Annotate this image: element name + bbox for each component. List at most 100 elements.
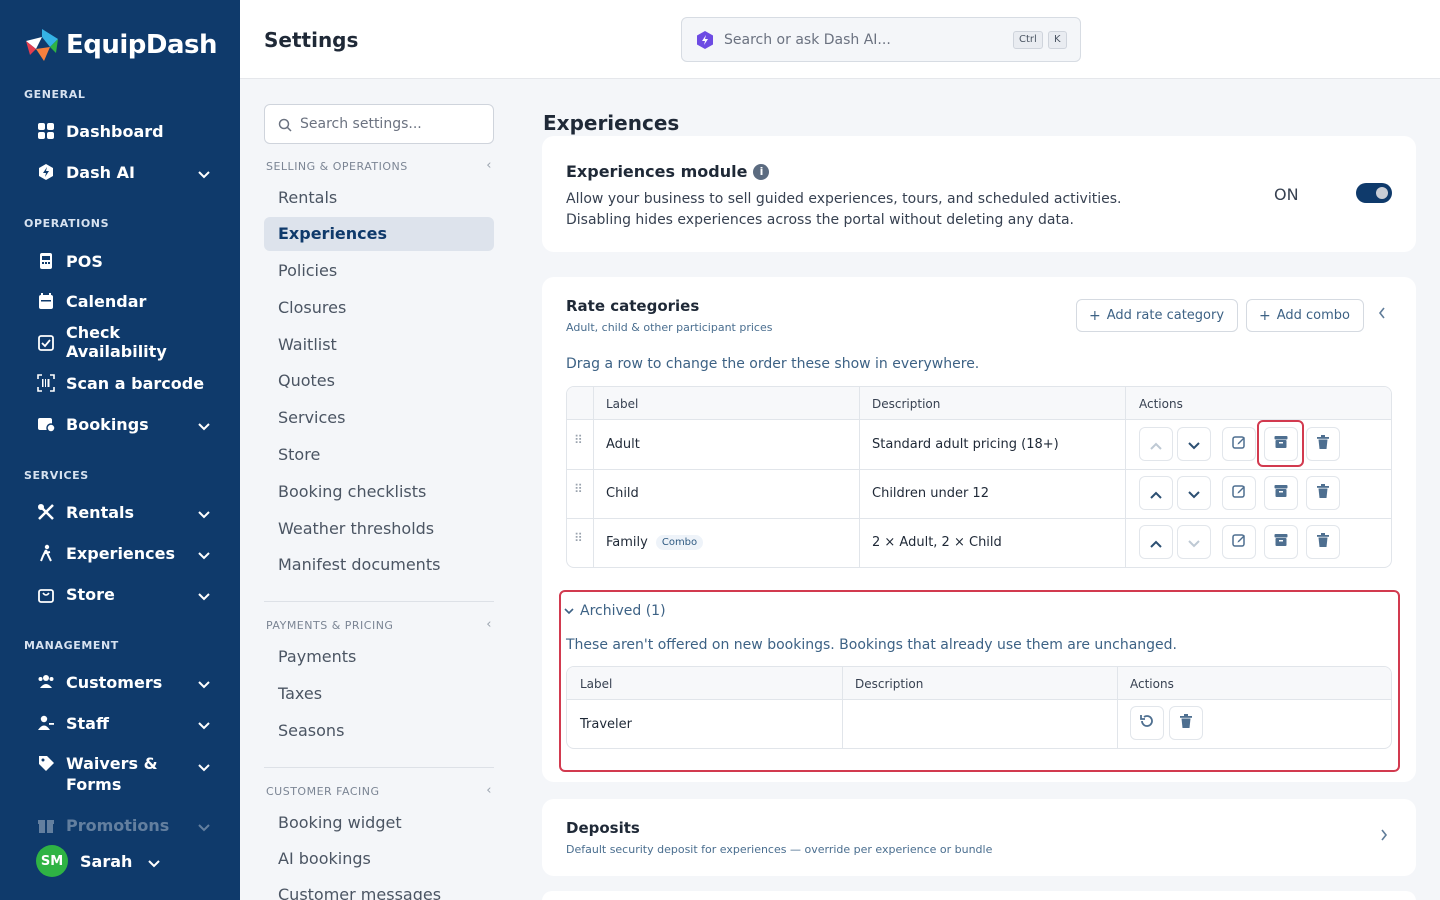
sidebar-item-calendar[interactable]: Calendar <box>36 290 226 312</box>
global-search-input[interactable]: Search or ask Dash AI... Ctrl K <box>681 17 1081 62</box>
delete-button[interactable] <box>1306 476 1340 510</box>
chevron-down-icon[interactable] <box>198 674 210 693</box>
user-name: Sarah <box>80 851 133 871</box>
settings-item-weather-thresholds[interactable]: Weather thresholds <box>278 519 434 538</box>
chevron-left-icon[interactable]: ‹ <box>486 783 492 798</box>
chevron-down-icon[interactable] <box>198 817 210 836</box>
settings-item-experiences[interactable]: Experiences <box>278 224 387 243</box>
sidebar-item-waivers-forms[interactable]: Waivers & Forms <box>36 753 226 795</box>
settings-item-customer-messages[interactable]: Customer messages <box>278 885 441 900</box>
module-title: Experiences module i <box>566 162 770 181</box>
sidebar-item-check-availability[interactable]: Check Availability <box>36 323 226 361</box>
sidebar-item-customers[interactable]: Customers <box>36 671 226 693</box>
sidebar-item-dash-ai[interactable]: Dash AI <box>36 161 226 183</box>
settings-item-booking-widget[interactable]: Booking widget <box>278 813 402 832</box>
drag-handle-icon[interactable]: ⠿ <box>574 483 584 495</box>
kbd-ctrl: Ctrl <box>1013 31 1043 49</box>
table-header: Label Description Actions <box>567 387 1391 420</box>
settings-item-services[interactable]: Services <box>278 408 345 427</box>
chevron-left-icon[interactable]: ‹ <box>486 617 492 632</box>
sidebar-item-dashboard[interactable]: Dashboard <box>36 120 226 142</box>
chevron-down-icon[interactable] <box>198 416 210 435</box>
edit-button[interactable] <box>1222 525 1256 559</box>
info-icon[interactable]: i <box>753 163 770 180</box>
chevron-down-icon[interactable] <box>148 853 161 872</box>
settings-item-payments[interactable]: Payments <box>278 647 356 666</box>
edit-icon <box>1231 532 1247 552</box>
brand[interactable]: EquipDash <box>24 24 218 66</box>
col-description: Description <box>872 397 941 411</box>
divider <box>264 767 494 768</box>
archived-toggle[interactable]: Archived (1) <box>564 603 666 619</box>
delete-button[interactable] <box>1306 427 1340 461</box>
chevron-down-icon[interactable] <box>198 504 210 523</box>
sidebar-item-experiences[interactable]: Experiences <box>36 542 226 564</box>
edit-button[interactable] <box>1222 427 1256 461</box>
row-label: Traveler <box>580 717 632 732</box>
user-menu[interactable]: SM Sarah <box>36 845 161 877</box>
add-rate-category-button[interactable]: + Add rate category <box>1076 299 1238 332</box>
rentals-icon <box>36 502 56 522</box>
chevron-down-icon[interactable] <box>198 586 210 605</box>
staff-icon <box>36 713 56 733</box>
sidebar-item-rentals[interactable]: Rentals <box>36 501 226 523</box>
move-up-button[interactable] <box>1139 476 1173 510</box>
deposits-card[interactable]: Deposits Default security deposit for ex… <box>542 799 1416 876</box>
settings-item-manifest-documents[interactable]: Manifest documents <box>278 555 440 574</box>
sidebar-item-promotions[interactable]: Promotions <box>36 814 226 836</box>
archive-button[interactable] <box>1264 525 1298 559</box>
settings-group-payments[interactable]: PAYMENTS & PRICING ‹ <box>266 617 492 632</box>
move-up-button[interactable] <box>1139 525 1173 559</box>
sidebar-item-scan-barcode[interactable]: Scan a barcode <box>36 372 226 394</box>
delete-button[interactable] <box>1169 706 1203 740</box>
settings-item-seasons[interactable]: Seasons <box>278 721 344 740</box>
settings-item-booking-checklists[interactable]: Booking checklists <box>278 482 426 501</box>
archive-button[interactable] <box>1264 476 1298 510</box>
delete-button[interactable] <box>1306 525 1340 559</box>
sidebar-item-store[interactable]: Store <box>36 583 226 605</box>
settings-item-rentals[interactable]: Rentals <box>278 188 337 207</box>
settings-search-input[interactable]: Search settings... <box>264 104 494 144</box>
toggle-state-label: ON <box>1274 185 1299 204</box>
bookings-icon <box>36 414 56 434</box>
drag-handle-icon[interactable]: ⠿ <box>574 532 584 544</box>
settings-item-waitlist[interactable]: Waitlist <box>278 335 337 354</box>
chevron-down-icon <box>1188 533 1200 552</box>
settings-item-ai-bookings[interactable]: AI bookings <box>278 849 371 868</box>
chevron-down-icon[interactable] <box>198 756 210 777</box>
chevron-down-icon[interactable] <box>198 164 210 183</box>
sidebar-item-bookings[interactable]: Bookings <box>36 413 226 435</box>
move-down-button[interactable] <box>1177 476 1211 510</box>
avatar: SM <box>36 845 68 877</box>
move-down-button[interactable] <box>1177 525 1211 559</box>
rate-categories-subtitle: Adult, child & other participant prices <box>566 321 773 334</box>
move-down-button[interactable] <box>1177 427 1211 461</box>
archive-icon <box>1273 532 1289 552</box>
equipdash-logo-icon <box>24 27 60 63</box>
sidebar-item-pos[interactable]: POS <box>36 250 226 272</box>
drag-handle-icon[interactable]: ⠿ <box>574 434 584 446</box>
chevron-down-icon[interactable] <box>198 715 210 734</box>
restore-button[interactable] <box>1130 706 1164 740</box>
page-title: Settings <box>264 28 359 52</box>
add-combo-button[interactable]: + Add combo <box>1246 299 1364 332</box>
chevron-down-icon[interactable] <box>198 545 210 564</box>
settings-item-taxes[interactable]: Taxes <box>278 684 322 703</box>
move-up-button[interactable] <box>1139 427 1173 461</box>
settings-item-policies[interactable]: Policies <box>278 261 337 280</box>
chevron-left-icon[interactable]: ‹ <box>486 158 492 173</box>
sidebar-item-label: Calendar <box>66 291 147 311</box>
row-label: Child <box>606 486 639 501</box>
rate-categories-card: Rate categories Adult, child & other par… <box>542 277 1416 782</box>
sidebar-item-staff[interactable]: Staff <box>36 712 226 734</box>
table-header: Label Description Actions <box>567 667 1391 700</box>
edit-button[interactable] <box>1222 476 1256 510</box>
experiences-module-toggle[interactable] <box>1356 183 1392 203</box>
settings-item-quotes[interactable]: Quotes <box>278 371 335 390</box>
chevron-left-icon[interactable] <box>1378 307 1386 323</box>
settings-group-selling[interactable]: SELLING & OPERATIONS ‹ <box>266 158 492 173</box>
settings-item-store[interactable]: Store <box>278 445 320 464</box>
settings-item-closures[interactable]: Closures <box>278 298 346 317</box>
chevron-right-icon[interactable] <box>1380 829 1388 845</box>
settings-group-customer-facing[interactable]: CUSTOMER FACING ‹ <box>266 783 492 798</box>
